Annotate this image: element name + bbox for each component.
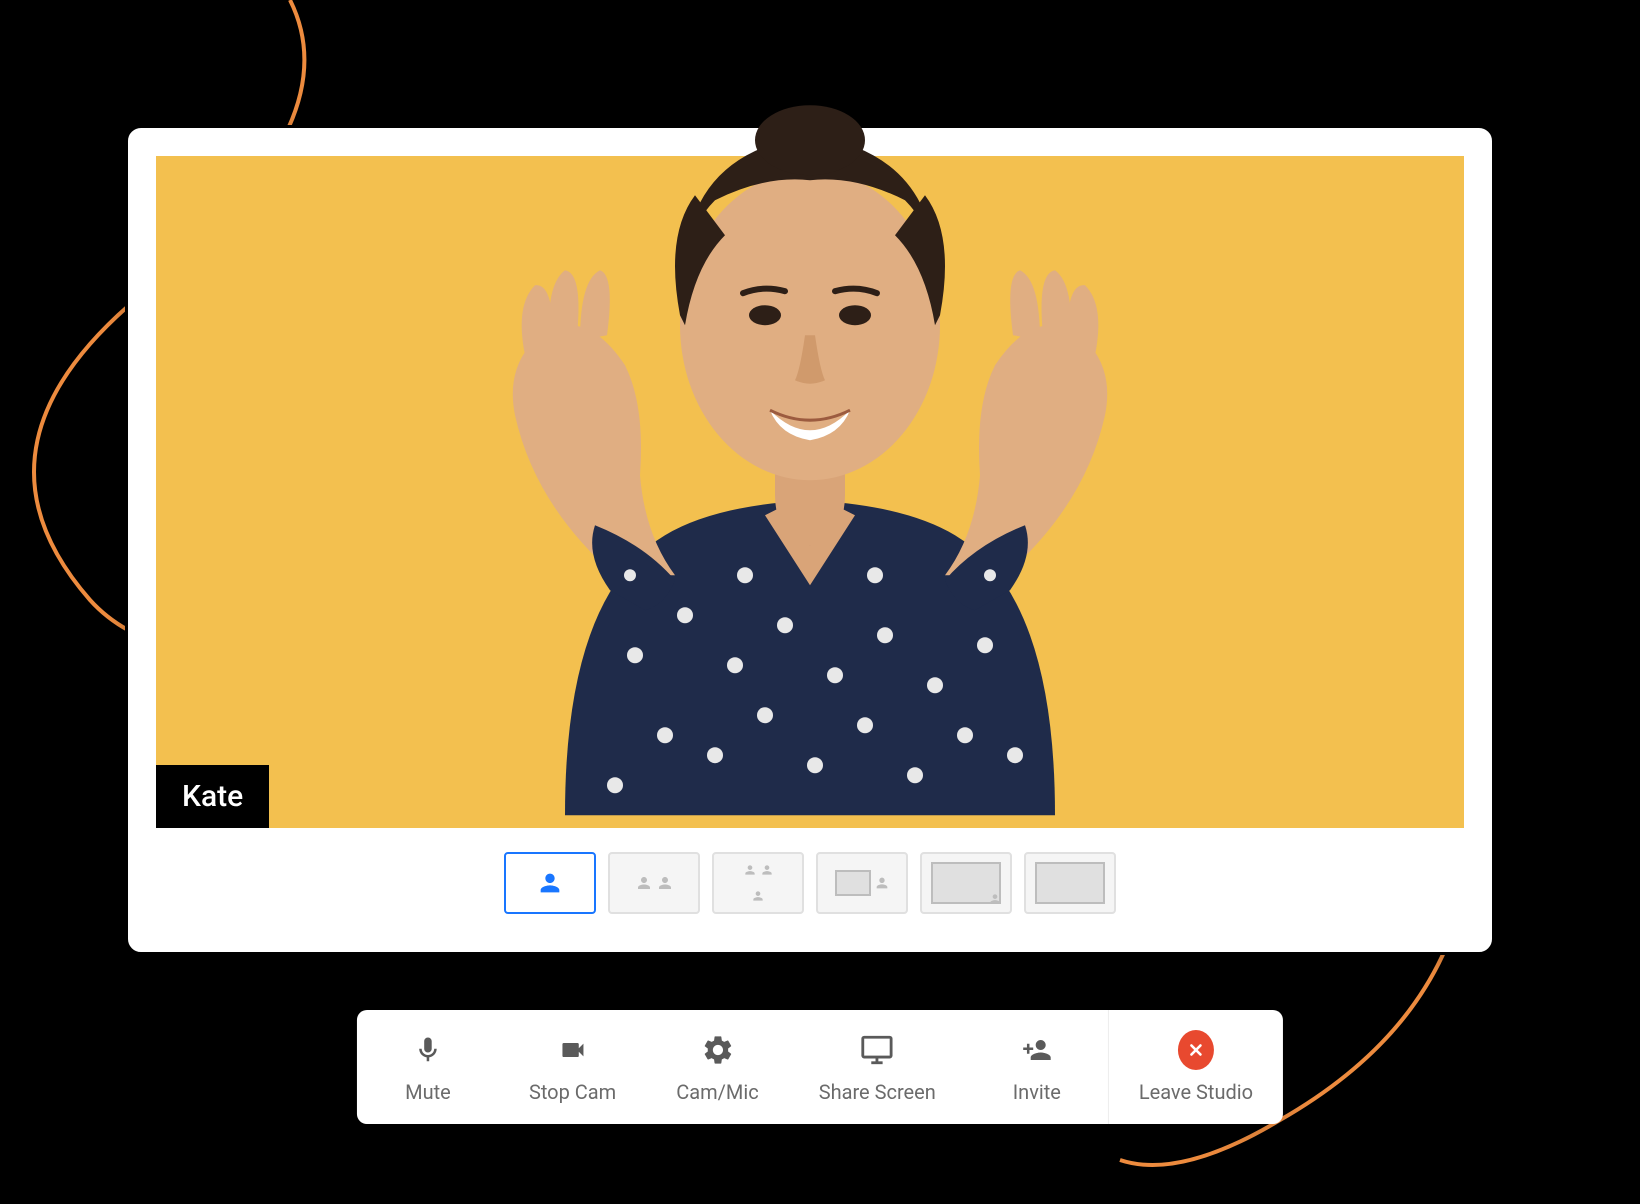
person-icon [635,874,653,892]
person-icon [988,892,1002,906]
video-camera-icon [555,1032,591,1068]
layout-three-up[interactable] [712,852,804,914]
leave-studio-label: Leave Studio [1139,1080,1253,1104]
share-screen-button[interactable]: Share Screen [789,1010,966,1124]
participant-video [385,22,1235,828]
person-icon [656,874,674,892]
layout-single[interactable] [504,852,596,914]
person-icon [743,863,757,877]
layout-screen-pip[interactable] [920,852,1012,914]
studio-toolbar: Mute Stop Cam Cam/Mic Share Screen Invit… [357,1010,1283,1124]
mute-button[interactable]: Mute [357,1010,499,1124]
person-icon [874,875,890,891]
video-feed: Kate [156,156,1464,828]
invite-label: Invite [1013,1080,1061,1104]
microphone-icon [410,1032,446,1068]
stop-cam-button[interactable]: Stop Cam [499,1010,646,1124]
video-studio-window: Kate [125,125,1495,955]
stop-cam-label: Stop Cam [529,1080,616,1104]
leave-studio-button[interactable]: Leave Studio [1108,1010,1283,1124]
screen-icon [835,870,871,896]
add-user-icon [1019,1032,1055,1068]
person-icon [719,889,797,903]
share-screen-label: Share Screen [819,1080,936,1104]
person-icon [760,863,774,877]
participant-name-text: Kate [182,779,243,814]
mute-label: Mute [405,1080,451,1104]
close-icon [1178,1030,1214,1070]
screen-icon [1034,861,1106,905]
cam-mic-button[interactable]: Cam/Mic [646,1010,788,1124]
cam-mic-label: Cam/Mic [676,1080,758,1104]
gear-icon [699,1032,735,1068]
person-icon [536,869,564,897]
invite-button[interactable]: Invite [966,1010,1108,1124]
layout-selector [156,828,1464,924]
monitor-icon [859,1032,895,1068]
participant-name-badge: Kate [156,765,269,828]
layout-screen-only[interactable] [1024,852,1116,914]
layout-screen-side[interactable] [816,852,908,914]
layout-two-up[interactable] [608,852,700,914]
